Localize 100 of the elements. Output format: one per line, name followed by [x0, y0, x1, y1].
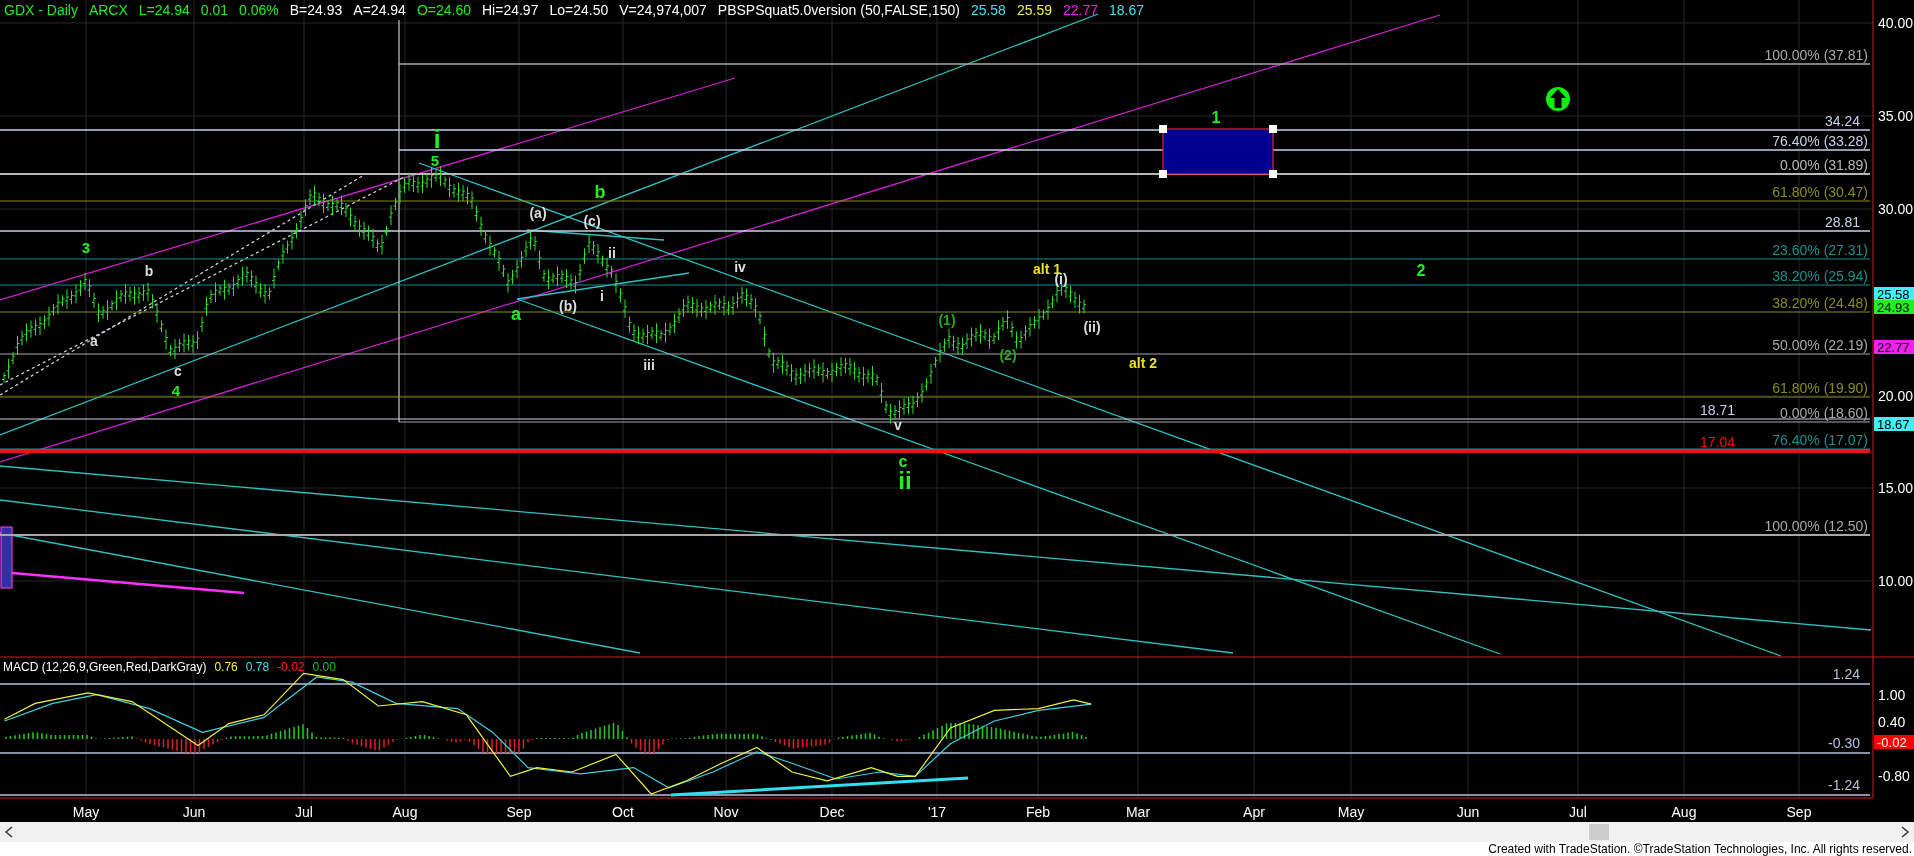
- wave-label: i: [600, 288, 604, 304]
- wave-label: a: [90, 333, 98, 349]
- copyright-text: Created with TradeStation. ©TradeStation Technologies, Inc. All rights reserved.: [1488, 842, 1912, 856]
- legend-text: GDX - Daily: [4, 2, 78, 18]
- wave-label: (2): [999, 347, 1017, 363]
- wave-label: (b): [559, 298, 577, 314]
- wave-label: iv: [734, 259, 746, 275]
- date-axis-label: Sep: [506, 804, 532, 820]
- wave-label: (ii): [1083, 319, 1101, 335]
- wave-label: ii: [608, 245, 616, 261]
- wave-label: 1: [1211, 109, 1221, 126]
- legend-text: A=24.94: [353, 2, 406, 18]
- price-axis-label: 30.00: [1878, 201, 1914, 217]
- legend-text: O=24.60: [416, 2, 471, 18]
- wave-label: b: [144, 263, 154, 279]
- wave-label: (a): [529, 205, 547, 221]
- wave-label: b: [594, 182, 606, 202]
- legend-text: L=24.94: [138, 2, 190, 18]
- price-axis-label: 20.00: [1878, 388, 1914, 404]
- legend-text: ARCX: [88, 2, 128, 18]
- level-label: 61.80% (19.90): [1772, 380, 1868, 396]
- level-label: 76.40% (17.07): [1772, 432, 1868, 448]
- level-label: 34.24: [1824, 113, 1860, 129]
- date-axis-label: Apr: [1243, 804, 1265, 820]
- wave-label: 3: [81, 239, 91, 256]
- date-axis-label: Sep: [1786, 804, 1812, 820]
- wave-label: iii: [643, 357, 655, 373]
- price-tag: 24.93: [1874, 299, 1914, 315]
- level-label: 61.80% (30.47): [1772, 184, 1868, 200]
- level-label: 18.71: [1699, 402, 1735, 418]
- level-label: 0.00% (18.60): [1780, 405, 1868, 421]
- date-axis-label: Jul: [1569, 804, 1587, 820]
- legend-text: Lo=24.50: [549, 2, 609, 18]
- wave-label: c: [898, 453, 908, 470]
- price-tag: 22.77: [1874, 339, 1914, 355]
- wave-label: 5: [430, 152, 440, 169]
- date-axis-label: Dec: [819, 804, 845, 820]
- price-axis-label: 15.00: [1878, 480, 1914, 496]
- wave-label: a: [511, 304, 521, 324]
- level-label: 38.20% (25.94): [1772, 268, 1868, 284]
- macd-tag: -0.02: [1874, 734, 1914, 750]
- macd-level-label: -1.24: [1828, 777, 1860, 793]
- date-axis-label: May: [1337, 804, 1365, 820]
- macd-level-label: 1.24: [1832, 666, 1860, 682]
- legend-text: 18.67: [1109, 2, 1145, 18]
- level-label: 17.04: [1699, 434, 1735, 450]
- wave-label: v: [894, 417, 902, 433]
- wave-label: i: [433, 124, 441, 154]
- level-label: 38.20% (24.48): [1772, 295, 1868, 311]
- date-axis-label: Aug: [392, 804, 418, 820]
- price-axis-label: 35.00: [1878, 108, 1914, 124]
- macd-value: 0.78: [245, 660, 270, 674]
- wave-label: ii: [898, 467, 912, 494]
- macd-axis-label: 1.00: [1878, 687, 1906, 703]
- legend-text: 0.06%: [239, 2, 279, 18]
- legend-text: PBSPSquat5.0version (50,FALSE,150): [717, 2, 960, 18]
- date-axis-label: '17: [927, 804, 947, 820]
- date-axis-label: Feb: [1025, 804, 1051, 820]
- wave-label: alt 2: [1129, 355, 1157, 371]
- legend-text: B=24.93: [289, 2, 343, 18]
- date-axis-label: Oct: [612, 804, 634, 820]
- date-axis-label: May: [72, 804, 100, 820]
- legend-text: 25.58: [970, 2, 1006, 18]
- level-label: 100.00% (37.81): [1764, 47, 1868, 63]
- legend-text: Hi=24.97: [482, 2, 539, 18]
- date-axis-label: Nov: [713, 804, 739, 820]
- scrollbar-thumb[interactable]: [1589, 824, 1609, 840]
- date-axis-label: Jul: [295, 804, 313, 820]
- level-label: 23.60% (27.31): [1772, 242, 1868, 258]
- legend-text: 0.01: [200, 2, 229, 18]
- legend-text: V=24,974,007: [619, 2, 707, 18]
- chevron-left-icon[interactable]: [4, 826, 14, 838]
- wave-label: 2: [1416, 262, 1426, 279]
- wave-label: (1): [938, 312, 956, 328]
- date-axis-label: Jun: [1456, 804, 1480, 820]
- level-label: 50.00% (22.19): [1772, 337, 1868, 353]
- macd-level-label: -0.30: [1828, 735, 1860, 751]
- date-axis-label: Mar: [1125, 804, 1151, 820]
- level-label: 76.40% (33.28): [1772, 133, 1868, 149]
- macd-axis-label: 0.40: [1878, 714, 1906, 730]
- price-axis-label: 10.00: [1878, 573, 1914, 589]
- wave-label: c: [174, 363, 182, 379]
- price-tag: 18.67: [1874, 416, 1914, 432]
- wave-label: 4: [171, 382, 181, 399]
- level-label: 100.00% (12.50): [1764, 518, 1868, 534]
- macd-value: -0.02: [277, 660, 305, 674]
- range-box: [0, 526, 13, 589]
- price-axis-label: 40.00: [1878, 15, 1914, 31]
- wave-label: (c): [583, 213, 601, 229]
- level-label: 28.81: [1824, 214, 1860, 230]
- macd-axis-label: -0.80: [1878, 768, 1910, 784]
- macd-value: 0.76: [214, 660, 238, 674]
- legend-text: 22.77: [1062, 2, 1098, 18]
- price-tag: 25.58: [1874, 286, 1914, 302]
- chevron-right-icon[interactable]: [1900, 826, 1910, 838]
- level-label: 0.00% (31.89): [1780, 157, 1868, 173]
- date-axis-label: Aug: [1671, 804, 1697, 820]
- macd-value: 0.00: [312, 660, 336, 674]
- date-axis-label: Jun: [182, 804, 206, 820]
- macd-title: MACD (12,26,9,Green,Red,DarkGray): [3, 660, 207, 674]
